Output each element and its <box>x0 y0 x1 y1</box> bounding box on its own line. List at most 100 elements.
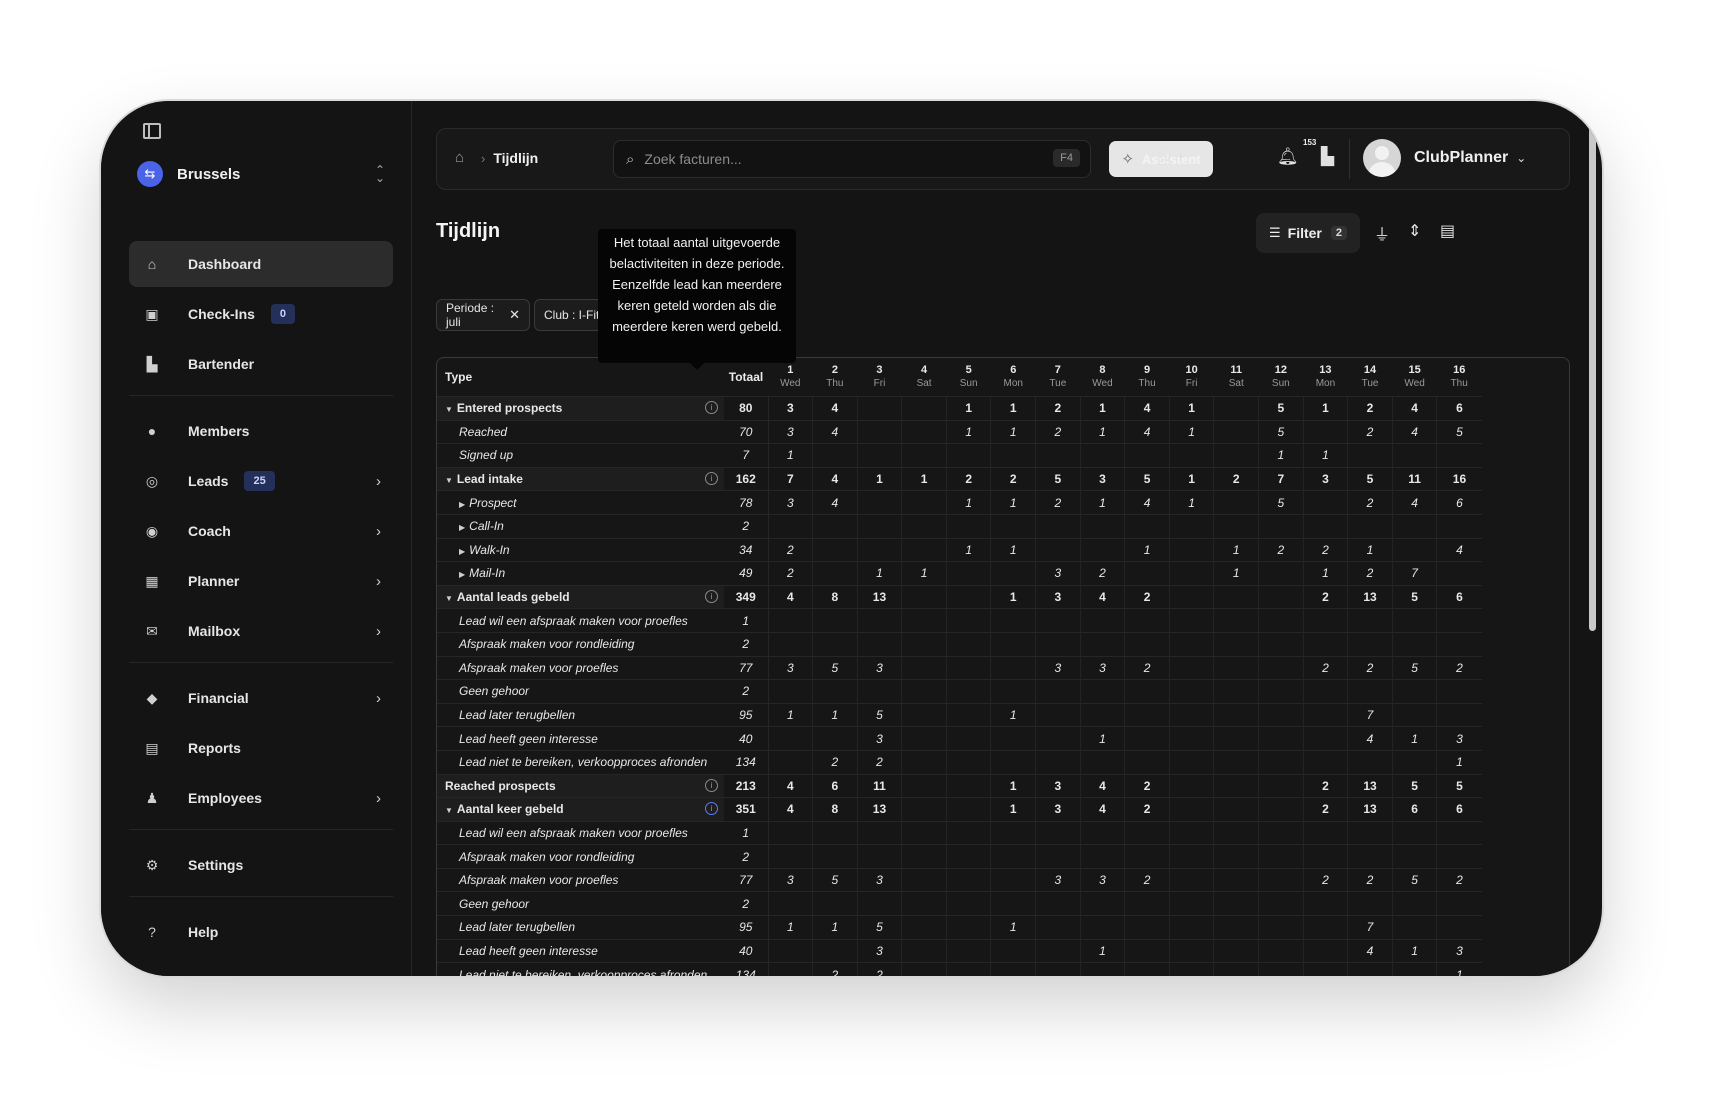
sidebar-item-check-ins[interactable]: ▣ Check-Ins 0 <box>129 291 393 337</box>
sidebar-item-planner[interactable]: ▦ Planner › <box>129 558 393 604</box>
table-row[interactable]: Lead later terugbellen 95 1 1 5 1 7 <box>437 702 1482 727</box>
scrollbar[interactable] <box>1589 101 1596 631</box>
filter-chip-period[interactable]: Periode : juli ✕ <box>436 299 530 331</box>
table-row[interactable]: Signed up 7 1 1 1 <box>437 443 1482 468</box>
table-row[interactable]: Lead heeft geen interesse 40 3 1 4 1 3 <box>437 938 1482 963</box>
header-total[interactable]: Totaal <box>724 358 768 397</box>
table-row[interactable]: Lead niet te bereiken, verkoopproces afr… <box>437 749 1482 774</box>
export-icon[interactable]: ▤ <box>1440 221 1455 241</box>
info-icon[interactable]: i <box>705 471 718 485</box>
table-row[interactable]: ▶ Mail-In 49 2 1 1 3 2 1 1 2 7 <box>437 561 1482 586</box>
table-row[interactable]: Lead heeft geen interesse 40 3 1 4 1 3 <box>437 726 1482 751</box>
day-cell: 2 <box>1302 537 1348 562</box>
filter-button[interactable]: ☰ Filter 2 <box>1256 213 1360 253</box>
table-row[interactable]: ▼ Lead intake i 162 7 4 1 1 2 2 5 3 5 1 2 7 3 5 11 16 <box>437 466 1482 491</box>
day-number: 13 <box>1319 364 1332 376</box>
clear-filter-icon[interactable]: ⏚ <box>1374 221 1390 245</box>
collapse-triangle-icon[interactable]: ▼ <box>445 594 453 603</box>
search-bar[interactable]: ⌕ F4 <box>613 140 1091 178</box>
day-cell <box>1168 915 1214 940</box>
row-label: Walk-In <box>469 542 510 557</box>
home-icon[interactable]: ⌂ <box>455 149 473 167</box>
table-row[interactable]: ▶ Walk-In 34 2 1 1 1 1 2 2 1 4 <box>437 537 1482 562</box>
sidebar-item-dashboard[interactable]: ⌂ Dashboard <box>129 241 393 287</box>
row-total: 7 <box>724 443 769 468</box>
row-total: 134 <box>724 962 769 976</box>
table-row[interactable]: ▼ Aantal leads gebeld i 349 4 8 13 1 3 4 2 2 13 5 6 <box>437 584 1482 609</box>
row-total: 351 <box>724 797 769 822</box>
table-row[interactable]: Lead wil een afspraak maken voor proefle… <box>437 608 1482 633</box>
row-type: Geen gehoor <box>437 679 724 704</box>
row-total: 2 <box>724 891 769 916</box>
table-row[interactable]: Afspraak maken voor rondleiding 2 <box>437 631 1482 657</box>
sidebar-item-bartender[interactable]: ▙ Bartender <box>129 341 393 387</box>
day-cell <box>1213 891 1259 916</box>
day-weekday: Tue <box>1361 378 1379 389</box>
sidebar-item-employees[interactable]: ♟ Employees › <box>129 775 393 821</box>
sidebar-item-help[interactable]: ? Help <box>129 909 393 955</box>
day-cell <box>1213 726 1259 751</box>
day-cell: 8 <box>812 584 858 609</box>
day-cell: 11 <box>1391 466 1437 491</box>
day-cell: 1 <box>1302 396 1348 421</box>
collapse-triangle-icon[interactable]: ▼ <box>445 476 453 485</box>
table-row[interactable]: ▶ Call-In 2 <box>437 513 1482 539</box>
table-row[interactable]: Afspraak maken voor rondleiding 2 <box>437 844 1482 869</box>
sidebar-item-financial[interactable]: ◆ Financial › <box>129 675 393 721</box>
info-icon[interactable]: i <box>705 589 718 603</box>
sidebar-item-coach[interactable]: ◉ Coach › <box>129 508 393 554</box>
day-cell <box>1168 891 1214 916</box>
day-cell <box>1168 773 1214 798</box>
row-total: 80 <box>724 396 769 421</box>
info-icon[interactable]: i <box>705 401 718 414</box>
day-cell <box>1035 938 1081 963</box>
table-row[interactable]: ▼ Aantal keer gebeld i 351 4 8 13 1 3 4 2 2 13 6 6 <box>437 797 1482 822</box>
org-switcher[interactable]: ⇆ Brussels ⌃ ⌄ <box>137 159 399 189</box>
sidebar-toggle-icon[interactable] <box>143 123 161 139</box>
day-cell: 2 <box>945 466 991 491</box>
table-row[interactable]: Lead later terugbellen 95 1 1 5 1 7 <box>437 915 1482 940</box>
info-icon[interactable]: i <box>705 778 718 792</box>
table-row[interactable]: Reached 70 3 4 1 1 2 1 4 1 5 2 4 5 <box>437 419 1482 444</box>
table-row[interactable]: Reached prospects i 213 4 6 11 1 3 4 2 2 13 5 5 <box>437 773 1482 798</box>
day-cell <box>1302 490 1348 515</box>
day-cell <box>767 962 813 976</box>
sidebar-item-leads[interactable]: ◎ Leads 25 › <box>129 458 393 504</box>
table-row[interactable]: Afspraak maken voor proefles 77 3 5 3 3 3 2 2 2 5 2 <box>437 655 1482 680</box>
row-type: Afspraak maken voor rondleiding <box>437 631 724 657</box>
user-name: ClubPlanner <box>1414 149 1509 166</box>
close-icon[interactable]: ✕ <box>509 307 520 323</box>
day-cell <box>812 820 858 845</box>
info-icon[interactable]: i <box>705 802 718 816</box>
expand-triangle-icon[interactable]: ▶ <box>459 547 465 556</box>
door-icon[interactable]: ▙ <box>1321 147 1334 167</box>
search-input[interactable] <box>642 150 1027 168</box>
table-row[interactable]: Geen gehoor 2 <box>437 891 1482 916</box>
table-row[interactable]: ▼ Entered prospects i 80 3 4 1 1 2 1 4 1 5 1 2 4 6 <box>437 396 1482 421</box>
day-number: 3 <box>876 364 883 376</box>
day-cell: 1 <box>812 702 858 727</box>
expand-triangle-icon[interactable]: ▶ <box>459 570 465 579</box>
day-cell <box>1168 844 1214 869</box>
table-row[interactable]: Lead wil een afspraak maken voor proefle… <box>437 820 1482 845</box>
collapse-triangle-icon[interactable]: ▼ <box>445 806 453 815</box>
table-row[interactable]: Afspraak maken voor proefles 77 3 5 3 3 3 2 2 2 5 2 <box>437 867 1482 892</box>
add-user-icon[interactable]: 👤︎+ <box>1154 147 1186 167</box>
sidebar-item-mailbox[interactable]: ✉ Mailbox › <box>129 608 393 654</box>
day-cell <box>901 844 947 869</box>
sidebar-item-reports[interactable]: ▤ Reports <box>129 725 393 771</box>
sidebar-item-members[interactable]: ● Members <box>129 408 393 454</box>
collapse-triangle-icon[interactable]: ▼ <box>445 405 453 414</box>
user-menu[interactable]: ClubPlanner ⌄ <box>1363 139 1526 177</box>
bell-icon[interactable]: 🔔︎ <box>1277 147 1299 167</box>
expand-triangle-icon[interactable]: ▶ <box>459 500 465 509</box>
sidebar-item-settings[interactable]: ⚙ Settings <box>129 842 393 888</box>
table-row[interactable]: Lead niet te bereiken, verkoopproces afr… <box>437 962 1482 976</box>
table-row[interactable]: ▶ Prospect 78 3 4 1 1 2 1 4 1 5 2 4 6 <box>437 490 1482 515</box>
header-type[interactable]: Type <box>437 358 724 397</box>
expand-triangle-icon[interactable]: ▶ <box>459 523 465 532</box>
expand-collapse-icon[interactable]: ⇕ <box>1408 221 1421 241</box>
table-row[interactable]: Geen gehoor 2 <box>437 679 1482 704</box>
breadcrumb-current[interactable]: Tijdlijn <box>493 150 538 166</box>
day-cell <box>1213 419 1259 444</box>
